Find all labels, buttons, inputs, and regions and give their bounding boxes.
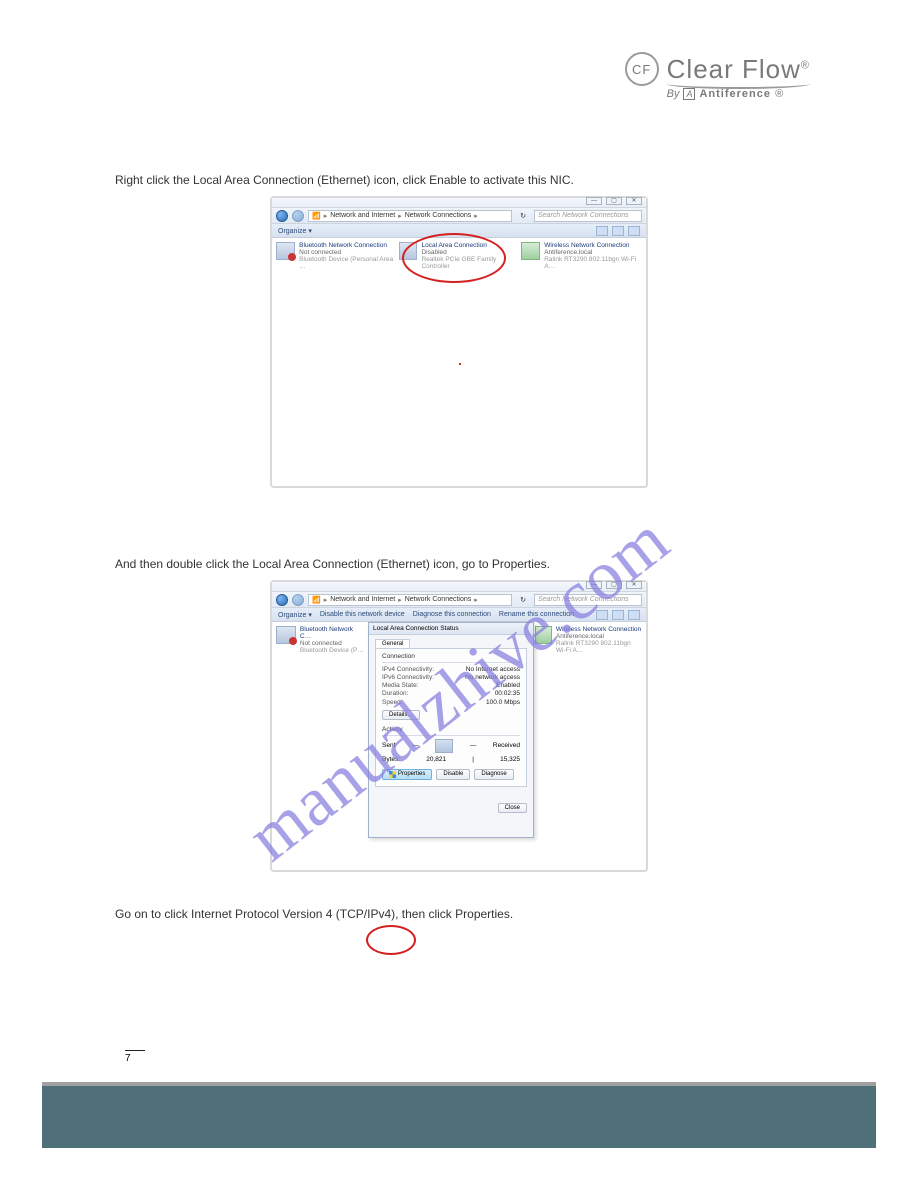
disable-button[interactable]: Disable <box>436 769 470 780</box>
diagnose-button[interactable]: Diagnose <box>474 769 513 780</box>
properties-button[interactable]: Properties <box>382 769 432 780</box>
disable-device-button[interactable]: Disable this network device <box>320 611 405 618</box>
nav-forward-button[interactable] <box>292 594 304 606</box>
folder-icon: 📶 <box>312 212 321 220</box>
activity-icon <box>435 739 453 753</box>
toolbar: Organize ▾ Disable this network device D… <box>272 608 646 622</box>
lan-connection-item[interactable]: Local Area Connection Disabled Realtek P… <box>399 242 520 272</box>
wifi-connection-item[interactable]: Wireless Network Connection Antiference.… <box>535 626 642 656</box>
A-box-icon: A <box>683 88 695 100</box>
breadcrumb[interactable]: 📶 ▸ Network and Internet ▸ Network Conne… <box>308 210 512 222</box>
toolbar: Organize ▾ <box>272 224 646 238</box>
sent-value: 20,821 <box>426 756 446 763</box>
organize-menu[interactable]: Organize ▾ <box>278 227 312 235</box>
bluetooth-icon <box>276 242 295 260</box>
preview-pane-button[interactable] <box>612 610 624 620</box>
rename-connection-button[interactable]: Rename this connection <box>499 611 574 618</box>
connection-group-label: Connection <box>382 653 520 660</box>
nav-back-button[interactable] <box>276 210 288 222</box>
help-button[interactable] <box>628 610 640 620</box>
bluetooth-connection-item[interactable]: Bluetooth Network Connection Not connect… <box>276 242 397 272</box>
wifi-icon <box>535 626 552 644</box>
help-button[interactable] <box>628 226 640 236</box>
shield-icon <box>389 771 396 778</box>
footer-band <box>42 1082 876 1148</box>
dialog-title: Local Area Connection Status <box>369 623 533 635</box>
instruction-1: Right click the Local Area Connection (E… <box>115 172 795 188</box>
wifi-icon <box>521 242 540 260</box>
brand-logo: CF Clear Flow® By A Antiference® <box>625 52 810 100</box>
close-dialog-button[interactable]: Close <box>498 803 527 813</box>
details-button[interactable]: Details… <box>382 710 420 720</box>
bluetooth-icon <box>276 626 296 644</box>
instruction-3: Go on to click Internet Protocol Version… <box>115 906 795 922</box>
address-bar-row: 📶 ▸ Network and Internet ▸ Network Conne… <box>272 592 646 608</box>
connection-status-dialog: Local Area Connection Status General Con… <box>368 622 534 838</box>
close-button[interactable]: ✕ <box>626 581 642 589</box>
network-connections-window-1: — ▢ ✕ 📶 ▸ Network and Internet ▸ Network… <box>270 196 648 488</box>
connection-list: Bluetooth Network Connection Not connect… <box>272 238 646 276</box>
search-input[interactable]: Search Network Connections <box>534 594 642 606</box>
titlebar: — ▢ ✕ <box>272 198 646 208</box>
nav-back-button[interactable] <box>276 594 288 606</box>
nav-forward-button[interactable] <box>292 210 304 222</box>
wifi-connection-item[interactable]: Wireless Network Connection Antiference.… <box>521 242 642 272</box>
address-bar-row: 📶 ▸ Network and Internet ▸ Network Conne… <box>272 208 646 224</box>
received-value: 15,325 <box>500 756 520 763</box>
view-options-button[interactable] <box>596 226 608 236</box>
preview-pane-button[interactable] <box>612 226 624 236</box>
minimize-button[interactable]: — <box>586 197 602 205</box>
network-connections-window-2: — ▢ ✕ 📶 ▸ Network and Internet ▸ Network… <box>270 580 648 872</box>
lan-icon <box>399 242 418 260</box>
logo-text: Clear Flow® <box>667 54 810 85</box>
view-options-button[interactable] <box>596 610 608 620</box>
diagnose-connection-button[interactable]: Diagnose this connection <box>413 611 491 618</box>
activity-group-label: Activity <box>382 726 520 733</box>
close-button[interactable]: ✕ <box>626 197 642 205</box>
refresh-button[interactable]: ↻ <box>516 594 530 606</box>
cf-badge-icon: CF <box>625 52 659 86</box>
refresh-button[interactable]: ↻ <box>516 210 530 222</box>
maximize-button[interactable]: ▢ <box>606 197 622 205</box>
annotation-circle-2 <box>366 925 416 955</box>
maximize-button[interactable]: ▢ <box>606 581 622 589</box>
general-tab[interactable]: General <box>375 639 410 648</box>
organize-menu[interactable]: Organize ▾ <box>278 611 312 619</box>
bluetooth-connection-item[interactable]: Bluetooth Network C… Not connected Bluet… <box>276 626 366 656</box>
bytes-label: Bytes: <box>382 756 400 763</box>
received-label: Received <box>493 742 520 749</box>
folder-icon: 📶 <box>312 596 321 604</box>
minimize-button[interactable]: — <box>586 581 602 589</box>
breadcrumb[interactable]: 📶 ▸ Network and Internet ▸ Network Conne… <box>308 594 512 606</box>
search-input[interactable]: Search Network Connections <box>534 210 642 222</box>
sent-label: Sent <box>382 742 395 749</box>
instruction-2: And then double click the Local Area Con… <box>115 556 795 572</box>
red-dot-marker <box>459 363 461 365</box>
titlebar: — ▢ ✕ <box>272 582 646 592</box>
page-number: 7 <box>125 1050 145 1064</box>
